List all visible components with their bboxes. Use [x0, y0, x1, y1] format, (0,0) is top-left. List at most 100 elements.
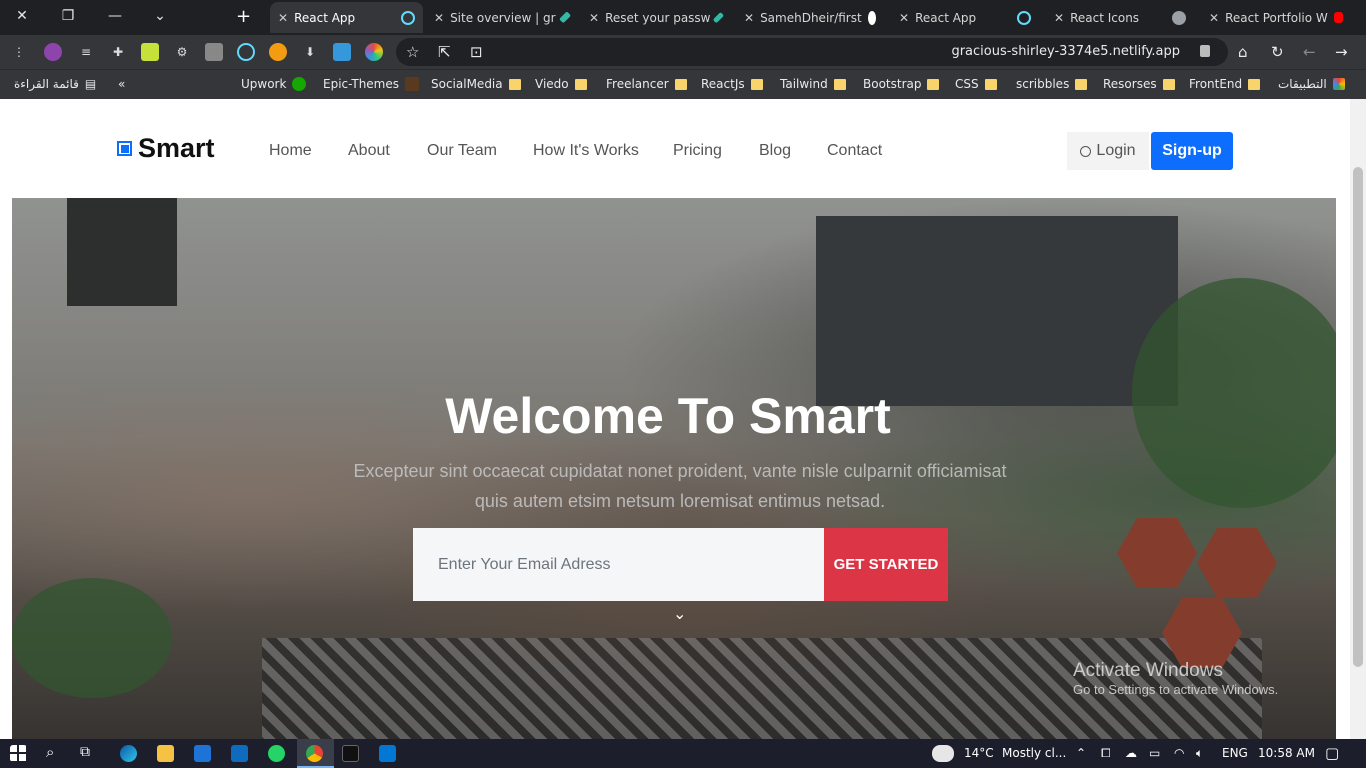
mail-icon[interactable] [231, 745, 248, 762]
signup-button[interactable]: Sign-up [1151, 132, 1233, 170]
weather-desc[interactable]: Mostly cl... [1002, 746, 1066, 760]
tab-close-icon[interactable]: ✕ [434, 11, 444, 25]
react-devtools-icon[interactable] [237, 43, 255, 61]
onedrive-cloud-icon[interactable]: ☁ [1125, 746, 1137, 760]
bookmark-label: Epic-Themes [323, 77, 400, 91]
volume-icon[interactable]: 🔈︎ [1196, 746, 1203, 761]
tab-site-overview[interactable]: ✕ Site overview | gr [426, 2, 576, 33]
scrollbar-thumb[interactable] [1353, 167, 1363, 667]
tab-close-icon[interactable]: ✕ [589, 11, 599, 25]
nav-pricing[interactable]: Pricing [673, 142, 722, 160]
nav-blog[interactable]: Blog [759, 142, 791, 160]
notification-icon[interactable]: ▢ [1325, 744, 1339, 762]
battery-icon[interactable]: ▭ [1149, 746, 1160, 760]
nav-how-it-works[interactable]: How It's Works [533, 142, 639, 160]
star-icon[interactable]: ☆ [406, 43, 419, 61]
tab-react-portfolio[interactable]: ✕ React Portfolio W [1201, 2, 1351, 33]
task-view-icon[interactable]: ⧉ [80, 744, 90, 760]
vscode-icon[interactable] [379, 745, 396, 762]
tab-react-icons[interactable]: ✕ React Icons [1046, 2, 1194, 33]
device-icon[interactable]: ⧠ [1101, 746, 1111, 761]
get-started-button[interactable]: GET STARTED [824, 528, 948, 601]
home-icon[interactable]: ⌂ [1238, 43, 1248, 61]
minimize-window-icon[interactable]: — [103, 5, 127, 27]
download-arrow-icon[interactable]: ⬇ [301, 43, 319, 61]
tab-label: SamehDheir/first [760, 10, 862, 25]
lock-icon[interactable] [1200, 45, 1210, 57]
bookmark-resorses[interactable]: Resorses [1103, 77, 1175, 91]
close-window-icon[interactable]: ✕ [10, 5, 34, 27]
bookmark-upwork[interactable]: Upwork [241, 77, 307, 91]
download-icon[interactable] [333, 43, 351, 61]
camera-icon[interactable] [205, 43, 223, 61]
brand-name: Smart [138, 133, 215, 163]
color-picker-icon[interactable] [365, 43, 383, 61]
nav-our-team[interactable]: Our Team [427, 142, 497, 160]
hero-title: Welcome To Smart [445, 388, 891, 444]
bookmark-apps[interactable]: التطبيقات [1278, 77, 1345, 91]
weather-cloud-icon[interactable] [932, 745, 954, 762]
clock-time[interactable]: 10:58 AM [1258, 746, 1315, 760]
weather-temp[interactable]: 14°C [964, 746, 994, 760]
bookmark-socialmedia[interactable]: SocialMedia [431, 77, 521, 91]
login-button[interactable]: Login [1067, 132, 1149, 170]
bookmarks-overflow-icon[interactable]: « [118, 77, 125, 91]
extensions-puzzle-icon[interactable]: ✚ [109, 43, 127, 61]
bookmark-reactjs[interactable]: ReactJs [701, 77, 763, 91]
bookmark-viedo[interactable]: Viedo [535, 77, 587, 91]
nav-about[interactable]: About [348, 142, 390, 160]
bookmark-tailwind[interactable]: Tailwind [780, 77, 846, 91]
wifi-icon[interactable]: ◠ [1174, 746, 1184, 760]
address-bar[interactable]: ☆ ⇱ ⊡ gracious-shirley-3374e5.netlify.ap… [396, 38, 1228, 66]
tab-search-chevron-icon[interactable]: ⌄ [148, 5, 172, 27]
store-icon[interactable] [194, 745, 211, 762]
menu-dots-icon[interactable]: ⋮ [10, 43, 28, 61]
forward-icon[interactable]: ← [1303, 43, 1316, 61]
gear-icon[interactable]: ⚙ [173, 43, 191, 61]
tab-close-icon[interactable]: ✕ [1209, 11, 1219, 25]
reading-list[interactable]: قائمة القراءة ▤ [14, 77, 96, 91]
windows-start-icon[interactable] [10, 745, 27, 762]
tab-close-icon[interactable]: ✕ [1054, 11, 1064, 25]
tab-react-app[interactable]: ✕ React App [270, 2, 423, 33]
bookmark-epic-themes[interactable]: Epic-Themes [323, 77, 420, 91]
bookmark-frontend[interactable]: FrontEnd [1189, 77, 1261, 91]
chrome-icon[interactable] [306, 745, 323, 762]
reload-icon[interactable]: ↻ [1271, 43, 1284, 61]
bookmark-bootstrap[interactable]: Bootstrap [863, 77, 940, 91]
restore-window-icon[interactable]: ❐ [56, 5, 80, 27]
nav-contact[interactable]: Contact [827, 142, 882, 160]
language-indicator[interactable]: ENG [1222, 746, 1248, 760]
extension-icon[interactable] [44, 43, 62, 61]
tab-github[interactable]: ✕ SamehDheir/first [736, 2, 884, 33]
search-icon[interactable]: ⌕ [46, 743, 54, 761]
tab-label: React App [294, 10, 356, 25]
extension-icon[interactable] [141, 43, 159, 61]
terminal-icon[interactable] [342, 745, 359, 762]
site-logo[interactable]: Smart [117, 133, 215, 164]
share-icon[interactable]: ⇱ [438, 43, 451, 61]
bookmark-scribbles[interactable]: scribbles [1016, 77, 1088, 91]
extension-icon[interactable] [269, 43, 287, 61]
scroll-down-chevron-icon[interactable]: ⌄ [673, 604, 686, 623]
nav-home[interactable]: Home [269, 142, 312, 160]
translate-icon[interactable]: ⊡ [470, 43, 483, 61]
whatsapp-icon[interactable] [268, 745, 285, 762]
new-tab-button[interactable]: + [236, 6, 251, 27]
tab-reset-password[interactable]: ✕ Reset your passw [581, 2, 729, 33]
email-input[interactable] [413, 528, 824, 601]
file-explorer-icon[interactable] [157, 745, 174, 762]
reading-mode-icon[interactable]: ≡ [77, 43, 95, 61]
page-scrollbar[interactable] [1350, 99, 1366, 739]
edge-icon[interactable] [120, 745, 137, 762]
tab-react-app-2[interactable]: ✕ React App [891, 2, 1039, 33]
show-hidden-icons-icon[interactable]: ⌃ [1076, 746, 1086, 760]
tab-close-icon[interactable]: ✕ [278, 11, 288, 25]
bookmark-css[interactable]: CSS [955, 77, 997, 91]
tab-close-icon[interactable]: ✕ [744, 11, 754, 25]
web-page: Smart Home About Our Team How It's Works… [0, 99, 1350, 739]
tab-close-icon[interactable]: ✕ [899, 11, 909, 25]
bookmark-freelancer[interactable]: Freelancer [606, 77, 687, 91]
back-icon[interactable]: → [1335, 43, 1348, 61]
activation-title: Activate Windows [1073, 660, 1223, 681]
